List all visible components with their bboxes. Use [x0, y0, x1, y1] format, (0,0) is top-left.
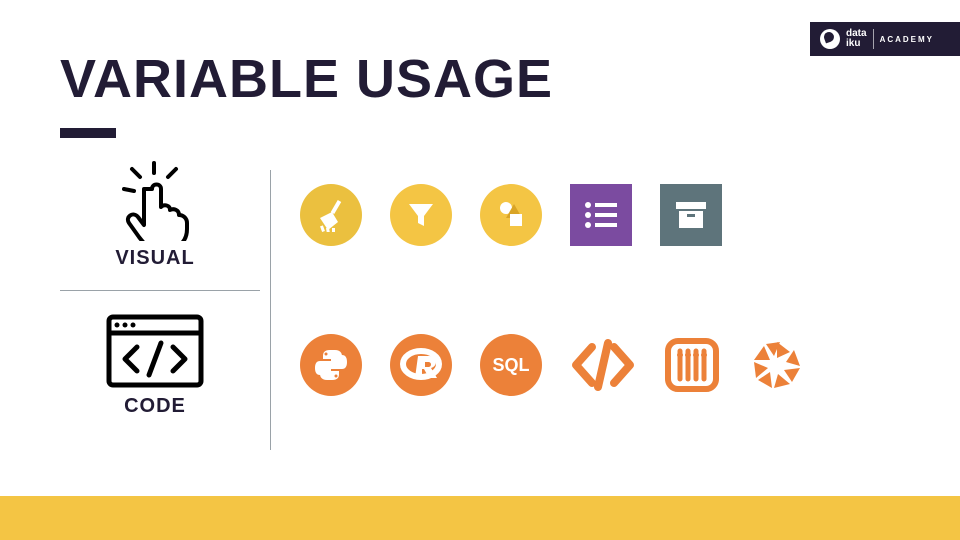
horizontal-divider — [60, 290, 260, 291]
brand-badge: data iku ACADEMY — [810, 22, 960, 56]
svg-text:SQL: SQL — [492, 355, 529, 375]
title-accent-bar — [60, 128, 116, 138]
page-title: VARIABLE USAGE — [60, 48, 553, 110]
code-brackets-icon — [570, 337, 636, 393]
aperture-icon — [748, 336, 806, 394]
python-icon — [300, 334, 362, 396]
sql-icon: SQL — [480, 334, 542, 396]
abacus-icon — [664, 337, 720, 393]
row-visual-header: VISUAL — [60, 161, 250, 270]
usage-grid: VISUAL — [60, 140, 920, 440]
shapes-icon — [480, 184, 542, 246]
archive-icon — [660, 184, 722, 246]
row-code: CODE SQL — [60, 290, 920, 440]
row-code-label: CODE — [124, 395, 186, 418]
row-code-header: CODE — [60, 313, 250, 418]
vertical-divider — [270, 170, 271, 450]
visual-icons — [250, 184, 920, 246]
brand-logo-icon — [820, 29, 840, 49]
list-icon — [570, 184, 632, 246]
code-window-icon — [105, 313, 205, 389]
code-icons: SQL — [250, 334, 920, 396]
row-visual-label: VISUAL — [115, 247, 194, 270]
brand-academy-label: ACADEMY — [880, 35, 934, 44]
row-visual: VISUAL — [60, 140, 920, 290]
r-icon — [390, 334, 452, 396]
footer-accent-bar — [0, 496, 960, 540]
funnel-icon — [390, 184, 452, 246]
brand-divider — [873, 29, 874, 49]
click-hand-icon — [110, 161, 200, 241]
brand-name: data iku — [846, 29, 867, 49]
broom-icon — [300, 184, 362, 246]
